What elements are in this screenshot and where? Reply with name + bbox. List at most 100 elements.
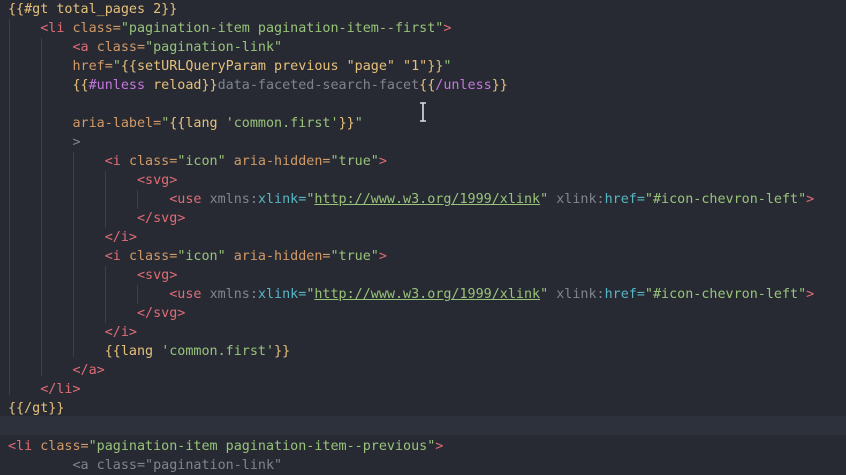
- code-token: >: [806, 192, 815, 207]
- code-token: "icon": [177, 154, 234, 169]
- code-token: ": [540, 192, 557, 207]
- code-token: }}: [338, 116, 355, 131]
- code-token: aria-hidden=: [233, 154, 331, 169]
- code-token: xmlns:: [209, 287, 258, 302]
- code-token: class=: [72, 21, 121, 36]
- code-line[interactable]: <li class="pagination-item pagination-it…: [0, 437, 846, 456]
- code-token: 'common.first': [161, 344, 275, 359]
- code-token: }}: [274, 344, 291, 359]
- code-line[interactable]: </li>: [0, 380, 846, 399]
- code-token: </svg>: [137, 211, 186, 226]
- code-line[interactable]: {{#unless reload}}data-faceted-search-fa…: [0, 76, 846, 95]
- code-token: </i>: [104, 230, 137, 245]
- code-token: "#icon-chevron-left": [644, 287, 807, 302]
- code-line[interactable]: <svg>: [0, 266, 846, 285]
- code-line[interactable]: <i class="icon" aria-hidden="true">: [0, 247, 846, 266]
- code-token: /unless: [435, 78, 492, 93]
- code-token: </li>: [40, 382, 81, 397]
- code-line[interactable]: <use xmlns:xlink= "http://www.w3.org/1999…: [0, 190, 846, 209]
- code-line[interactable]: <a class="pagination-link": [0, 456, 846, 475]
- code-line[interactable]: href="{{setURLQueryParam previous "page"…: [0, 57, 846, 76]
- code-token: 'common.first': [225, 116, 339, 131]
- code-token: {{: [419, 78, 436, 93]
- code-token: <li: [8, 439, 41, 454]
- code-token: "#icon-chevron-left": [644, 192, 807, 207]
- code-line[interactable]: {{lang 'common.first'}}: [0, 342, 846, 361]
- code-token: class=: [40, 439, 89, 454]
- code-token: >: [378, 154, 387, 169]
- code-token: <a class="pagination-link": [72, 458, 283, 473]
- code-token: aria-hidden=: [233, 249, 331, 264]
- code-token: >: [443, 21, 452, 36]
- code-token: href=: [604, 287, 645, 302]
- code-token: href=: [72, 59, 113, 74]
- code-line[interactable]: <use xmlns:xlink= "http://www.w3.org/1999…: [0, 285, 846, 304]
- code-token: xlink=: [257, 287, 307, 302]
- code-token: http://www.w3.org/1999/xlink: [314, 287, 541, 302]
- code-token: <svg>: [137, 173, 178, 188]
- code-token: xlink:: [556, 287, 605, 302]
- code-token: "pagination-item pagination-item--previo…: [88, 439, 436, 454]
- code-line[interactable]: </i>: [0, 323, 846, 342]
- code-token: class=: [128, 154, 178, 169]
- code-line[interactable]: {{#gt total_pages 2}}: [0, 0, 846, 19]
- code-line[interactable]: </i>: [0, 228, 846, 247]
- code-token: {{#gt total_pages 2}}: [8, 2, 178, 17]
- code-token: >: [806, 287, 815, 302]
- code-line[interactable]: <svg>: [0, 171, 846, 190]
- code-token: "icon": [177, 249, 234, 264]
- code-token: ": [540, 287, 557, 302]
- code-line[interactable]: {{/gt}}: [0, 399, 846, 418]
- code-token: class=: [96, 40, 146, 55]
- code-token: "pagination-item pagination-item--first": [120, 21, 444, 36]
- code-token: >: [378, 249, 387, 264]
- code-token: data-faceted-search-facet: [217, 78, 420, 93]
- code-token: ": [443, 59, 452, 74]
- code-token: "pagination-link": [145, 40, 283, 55]
- code-line[interactable]: <a class="pagination-link": [0, 38, 846, 57]
- code-editor[interactable]: {{#gt total_pages 2}} <li class="paginat…: [0, 0, 846, 473]
- code-line[interactable]: </svg>: [0, 209, 846, 228]
- code-token: ": [112, 59, 121, 74]
- code-token: xmlns:: [209, 192, 258, 207]
- code-line[interactable]: <li class="pagination-item pagination-it…: [0, 19, 846, 38]
- code-token: }}: [491, 78, 508, 93]
- code-token: </a>: [72, 363, 105, 378]
- code-line[interactable]: </svg>: [0, 304, 846, 323]
- code-token: <a: [72, 40, 97, 55]
- code-token: ": [354, 116, 363, 131]
- code-line[interactable]: <i class="icon" aria-hidden="true">: [0, 152, 846, 171]
- code-line[interactable]: [0, 418, 846, 437]
- code-token: aria-label=: [72, 116, 162, 131]
- code-token: "true": [330, 249, 379, 264]
- code-token: <li: [40, 21, 73, 36]
- code-token: reload}}: [145, 78, 218, 93]
- code-token: <i: [104, 249, 129, 264]
- code-line[interactable]: </a>: [0, 361, 846, 380]
- code-token: xlink=: [257, 192, 307, 207]
- code-line[interactable]: >: [0, 133, 846, 152]
- code-token: <i: [104, 154, 129, 169]
- code-token: {{/gt}}: [8, 401, 65, 416]
- code-token: #unless: [88, 78, 146, 93]
- code-token: {{: [72, 78, 89, 93]
- code-token: {{lang: [169, 116, 226, 131]
- code-token: class=: [128, 249, 178, 264]
